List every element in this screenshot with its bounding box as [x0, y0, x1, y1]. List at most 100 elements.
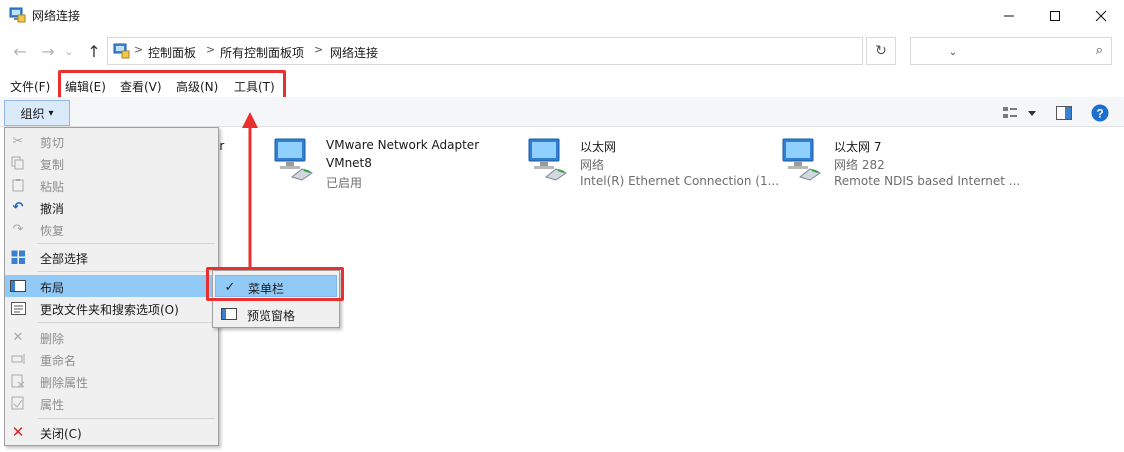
- chevron-down-icon: ⌄: [64, 44, 74, 58]
- breadcrumb-all-items[interactable]: 所有控制面板项: [220, 44, 304, 61]
- maximize-icon: [1050, 11, 1060, 21]
- close-icon: ✕: [11, 423, 25, 441]
- back-button[interactable]: ←: [10, 40, 30, 62]
- remove-properties-icon: [10, 373, 26, 389]
- breadcrumb-separator: >: [314, 43, 324, 56]
- menu-file[interactable]: 文件(F): [10, 78, 50, 95]
- network-connections-icon: [9, 7, 26, 23]
- menu-item-delete[interactable]: ✕ 删除: [5, 326, 218, 348]
- network-adapter-icon: [528, 138, 568, 181]
- minimize-icon: [1004, 15, 1014, 17]
- close-icon: [1095, 10, 1107, 22]
- refresh-icon: ↻: [875, 43, 887, 59]
- connection-network: 网络: [580, 158, 605, 172]
- menu-item-label: 删除属性: [40, 376, 89, 390]
- help-button[interactable]: ?: [1090, 104, 1110, 122]
- connection-network: 网络 282: [834, 158, 885, 172]
- search-input[interactable]: ⌕: [910, 37, 1112, 65]
- undo-icon: ↶: [12, 199, 24, 215]
- close-window-button[interactable]: [1078, 0, 1124, 32]
- maximize-button[interactable]: [1032, 0, 1078, 32]
- connection-status: 已启用: [326, 176, 363, 190]
- breadcrumb-control-panel[interactable]: 控制面板: [148, 44, 196, 61]
- menu-item-label: 更改文件夹和搜索选项(O): [40, 303, 179, 317]
- preview-pane-icon: [221, 306, 237, 322]
- menu-item-label: 粘贴: [40, 180, 65, 194]
- organize-button[interactable]: 组织 ▾: [4, 100, 70, 126]
- menu-item-rename[interactable]: 重命名: [5, 348, 218, 370]
- network-adapter-icon: [782, 138, 822, 181]
- search-icon: ⌕: [1095, 43, 1103, 58]
- connection-item-ethernet[interactable]: 以太网 网络 Intel(R) Ethernet Connection (1..…: [528, 137, 780, 197]
- menu-separator: [37, 271, 215, 272]
- connection-device: VMnet8: [326, 156, 372, 170]
- menu-separator: [37, 243, 215, 244]
- redo-icon: ↷: [12, 221, 24, 237]
- chevron-down-icon: ▾: [48, 107, 54, 119]
- menu-item-label: 关闭(C): [40, 427, 82, 441]
- command-bar: [0, 97, 1124, 127]
- breadcrumb-network-connections[interactable]: 网络连接: [330, 44, 378, 61]
- change-view-button[interactable]: [1002, 104, 1038, 122]
- preview-pane-icon: [1056, 106, 1072, 120]
- menu-item-layout[interactable]: 布局 ›: [5, 275, 218, 297]
- menu-item-copy[interactable]: 复制: [5, 152, 218, 174]
- menu-item-properties[interactable]: 属性: [5, 392, 218, 414]
- connection-name: 以太网 7: [834, 140, 882, 154]
- connection-item-vmnet8[interactable]: VMware Network Adapter VMnet8 已启用: [274, 137, 494, 197]
- menu-item-label: 撤消: [40, 202, 65, 216]
- menu-item-undo[interactable]: ↶ 撤消: [5, 196, 218, 218]
- menu-item-redo[interactable]: ↷ 恢复: [5, 218, 218, 240]
- recent-locations-button[interactable]: ⌄: [62, 40, 76, 62]
- help-icon: ?: [1091, 104, 1109, 122]
- breadcrumb-separator: >: [134, 43, 144, 56]
- annotation-box-menubar-option: [206, 267, 344, 301]
- help-glyph: ?: [1096, 107, 1103, 121]
- annotation-arrow: [242, 112, 258, 268]
- up-button[interactable]: ↑: [84, 40, 104, 62]
- submenu-item-preview-pane[interactable]: 预览窗格: [215, 303, 337, 325]
- view-options-icon: [1003, 107, 1036, 118]
- preview-pane-button[interactable]: [1054, 104, 1074, 122]
- title-bar: 网络连接: [0, 0, 1124, 32]
- up-arrow-icon: ↑: [87, 41, 101, 61]
- connection-name: VMware Network Adapter: [326, 138, 480, 152]
- copy-icon: [10, 155, 26, 171]
- menu-item-label: 全部选择: [40, 252, 89, 266]
- folder-options-icon: [10, 300, 26, 316]
- menu-separator: [37, 322, 215, 323]
- menu-item-close[interactable]: ✕ 关闭(C): [5, 421, 218, 443]
- select-all-icon: [10, 249, 26, 265]
- forward-button[interactable]: →: [38, 40, 58, 62]
- menu-item-label: 属性: [40, 398, 65, 412]
- menu-item-label: 重命名: [40, 354, 77, 368]
- minimize-button[interactable]: [986, 0, 1032, 32]
- network-adapter-icon: [274, 138, 314, 181]
- menu-item-select-all[interactable]: 全部选择: [5, 246, 218, 268]
- forward-arrow-icon: →: [41, 41, 55, 61]
- rename-icon: [10, 351, 26, 367]
- refresh-button[interactable]: ↻: [866, 37, 896, 65]
- menu-item-paste[interactable]: 粘贴: [5, 174, 218, 196]
- menu-item-label: 复制: [40, 158, 65, 172]
- menu-item-cut[interactable]: ✂ 剪切: [5, 130, 218, 152]
- menu-item-label: 恢复: [40, 224, 65, 238]
- connection-item-ethernet-7[interactable]: 以太网 7 网络 282 Remote NDIS based Internet …: [782, 137, 1032, 197]
- organize-label: 组织: [20, 106, 45, 121]
- connection-device: Intel(R) Ethernet Connection (1...: [580, 174, 780, 188]
- menu-item-label: 删除: [40, 332, 65, 346]
- organize-menu: ✂ 剪切 复制 粘贴 ↶ 撤消 ↷ 恢复 全部选择 布局 › 更改文件夹和搜索选…: [4, 127, 219, 446]
- back-arrow-icon: ←: [13, 41, 27, 61]
- address-bar[interactable]: > 控制面板 > 所有控制面板项 > 网络连接 ⌄: [107, 37, 957, 65]
- delete-icon: ✕: [12, 329, 24, 345]
- menu-item-label: 剪切: [40, 136, 65, 150]
- menu-item-folder-options[interactable]: 更改文件夹和搜索选项(O): [5, 297, 218, 319]
- properties-icon: [10, 395, 26, 411]
- scissors-icon: ✂: [12, 133, 24, 149]
- breadcrumb-separator: >: [206, 43, 216, 56]
- menu-separator: [37, 418, 215, 419]
- menu-item-remove-properties[interactable]: 删除属性: [5, 370, 218, 392]
- paste-icon: [10, 177, 26, 193]
- control-panel-icon: [113, 43, 130, 59]
- submenu-item-label: 预览窗格: [247, 309, 296, 323]
